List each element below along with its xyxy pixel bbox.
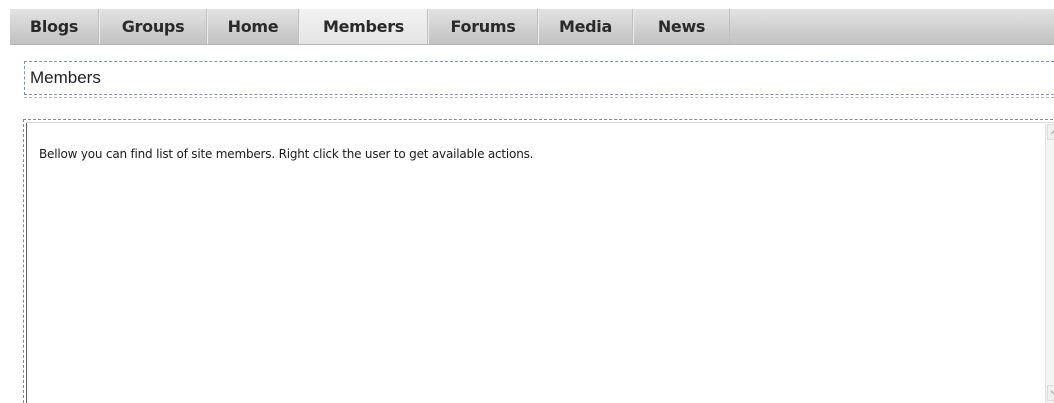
members-content-panel[interactable]: Bellow you can find list of site members… xyxy=(23,119,1054,403)
members-description: Bellow you can find list of site members… xyxy=(39,147,534,161)
page-title-panel: Members xyxy=(24,61,1054,98)
scroll-up-button[interactable] xyxy=(1047,124,1054,140)
nav-tab-members[interactable]: Members xyxy=(299,9,428,44)
nav-tab-home[interactable]: Home xyxy=(207,9,299,44)
nav-tab-media[interactable]: Media xyxy=(538,9,633,44)
chevron-up-icon xyxy=(1050,130,1054,135)
page-title: Members xyxy=(30,68,101,87)
chevron-down-icon xyxy=(1050,390,1054,395)
nav-tab-forums[interactable]: Forums xyxy=(428,9,538,44)
nav-tab-groups[interactable]: Groups xyxy=(99,9,207,44)
nav-tab-news[interactable]: News xyxy=(633,9,730,44)
top-navigation-bar: Blogs Groups Home Members Forums Media N… xyxy=(10,9,1054,45)
scroll-down-button[interactable] xyxy=(1047,385,1054,401)
nav-tab-blogs[interactable]: Blogs xyxy=(10,9,99,44)
vertical-scrollbar[interactable] xyxy=(1045,124,1054,403)
